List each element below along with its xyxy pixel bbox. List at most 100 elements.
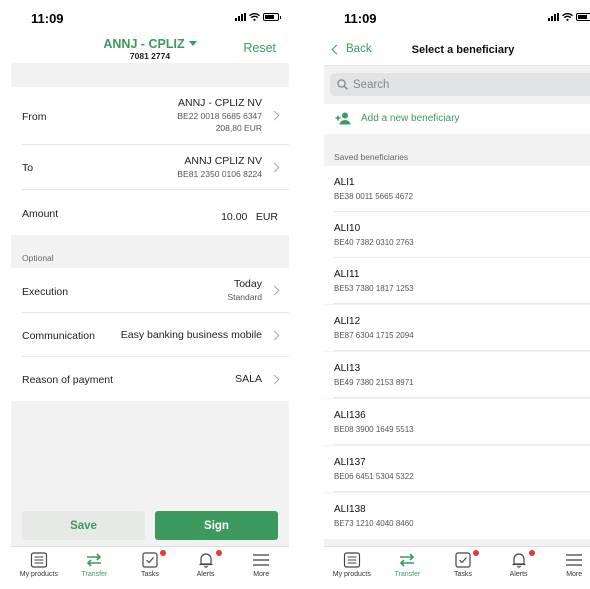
status-time: 11:09 bbox=[31, 11, 64, 26]
beneficiary-iban: BE08 3900 1649 5513 bbox=[334, 425, 414, 434]
to-account-name: ANNJ CPLIZ NV bbox=[184, 155, 262, 167]
tab-transfer[interactable]: Transfer bbox=[67, 547, 123, 589]
tab-tasks[interactable]: Tasks bbox=[122, 547, 178, 589]
badge-dot bbox=[215, 550, 222, 556]
navigation-bar: Back Select a beneficiary bbox=[324, 34, 590, 66]
add-user-icon bbox=[335, 112, 351, 125]
beneficiary-iban: BE73 1210 4040 8460 bbox=[334, 519, 414, 528]
chevron-right-icon bbox=[269, 162, 280, 173]
tab-label: Tasks bbox=[454, 571, 472, 578]
add-beneficiary-button[interactable]: Add a new beneficiary bbox=[324, 104, 590, 134]
beneficiary-name: ALI137 bbox=[334, 457, 366, 468]
beneficiary-name: ALI12 bbox=[334, 316, 361, 327]
chevron-right-icon bbox=[269, 110, 280, 121]
beneficiary-item[interactable]: ALI10 BE40 7382 0310 2763 bbox=[324, 212, 590, 258]
tab-label: Alerts bbox=[196, 571, 215, 578]
to-row[interactable]: To ANNJ CPLIZ NV BE81 2350 0106 8224 bbox=[11, 145, 289, 190]
from-account-name: ANNJ - CPLIZ NV bbox=[177, 97, 262, 109]
transfer-screen: 11:09 ANNJ - CPLIZ 7081 2774 Reset From … bbox=[11, 0, 289, 589]
tab-more[interactable]: More bbox=[233, 547, 289, 589]
beneficiary-name: ALI10 bbox=[334, 223, 361, 234]
battery-icon bbox=[263, 13, 281, 21]
account-header: ANNJ - CPLIZ 7081 2774 Reset bbox=[11, 34, 289, 63]
to-iban: BE81 2350 0106 8224 bbox=[177, 169, 262, 179]
reason-label: Reason of payment bbox=[22, 374, 114, 386]
tab-alerts[interactable]: Alerts bbox=[491, 547, 547, 589]
beneficiary-item[interactable]: ALI137 BE06 6451 5304 5322 bbox=[324, 446, 590, 492]
beneficiary-item[interactable]: ALI138 BE73 1210 4040 8460 bbox=[324, 493, 590, 539]
tab-label: Alerts bbox=[509, 571, 528, 578]
tab-label: More bbox=[253, 571, 270, 578]
signal-icon bbox=[235, 13, 246, 21]
add-beneficiary-label: Add a new beneficiary bbox=[361, 113, 460, 124]
transfer-icon bbox=[398, 552, 416, 568]
beneficiary-name: ALI136 bbox=[334, 410, 366, 421]
action-footer: Save Sign bbox=[11, 506, 289, 546]
tab-label: More bbox=[566, 571, 583, 578]
status-indicators bbox=[548, 13, 590, 21]
from-balance: 208,80 EUR bbox=[215, 123, 262, 133]
products-icon bbox=[30, 552, 48, 568]
battery-icon bbox=[576, 13, 590, 21]
tab-my-products[interactable]: My products bbox=[324, 547, 380, 589]
bell-icon bbox=[510, 550, 535, 568]
saved-beneficiaries-label: Saved beneficiaries bbox=[334, 152, 409, 162]
reset-button[interactable]: Reset bbox=[243, 41, 276, 55]
chevron-right-icon bbox=[269, 285, 280, 296]
beneficiary-name: ALI13 bbox=[334, 363, 361, 374]
tab-bar: My products Transfer Tasks Alerts More bbox=[324, 546, 590, 589]
beneficiary-item[interactable]: ALI12 BE87 6304 1715 2094 bbox=[324, 305, 590, 351]
tab-label: Transfer bbox=[81, 571, 108, 578]
search-placeholder: Search bbox=[353, 78, 390, 91]
badge-dot bbox=[472, 550, 479, 556]
tab-tasks[interactable]: Tasks bbox=[435, 547, 491, 589]
reason-row[interactable]: Reason of payment SALA bbox=[11, 357, 289, 401]
beneficiary-iban: BE87 6304 1715 2094 bbox=[334, 331, 414, 340]
badge-dot bbox=[159, 550, 166, 556]
chevron-right-icon bbox=[269, 330, 280, 341]
search-area: Search bbox=[324, 66, 590, 104]
tab-more[interactable]: More bbox=[546, 547, 590, 589]
beneficiary-name: ALI11 bbox=[334, 269, 360, 280]
save-button[interactable]: Save bbox=[22, 511, 145, 540]
beneficiary-name: ALI138 bbox=[334, 504, 366, 515]
execution-label: Execution bbox=[22, 286, 69, 298]
signal-icon bbox=[548, 13, 559, 21]
tab-label: My products bbox=[332, 571, 371, 578]
reason-value: SALA bbox=[235, 373, 262, 385]
communication-row[interactable]: Communication Easy banking business mobi… bbox=[11, 313, 289, 357]
tab-my-products[interactable]: My products bbox=[11, 547, 67, 589]
tab-bar: My products Transfer Tasks Alerts More bbox=[11, 546, 289, 589]
status-indicators bbox=[235, 13, 281, 21]
bell-icon bbox=[197, 550, 222, 568]
tab-label: Tasks bbox=[141, 571, 159, 578]
amount-label: Amount bbox=[22, 208, 59, 220]
beneficiary-item[interactable]: ALI11 BE53 7380 1817 1253 bbox=[324, 258, 590, 304]
from-row[interactable]: From ANNJ - CPLIZ NV BE22 0018 5685 6347… bbox=[11, 87, 289, 145]
beneficiary-iban: BE38 0011 5665 4672 bbox=[334, 192, 414, 201]
amount-value[interactable]: 10.00 bbox=[221, 211, 247, 223]
search-input[interactable]: Search bbox=[330, 73, 590, 96]
amount-row[interactable]: Amount 10.00 EUR bbox=[11, 190, 289, 235]
transfer-icon bbox=[85, 552, 103, 568]
from-label: From bbox=[22, 111, 47, 123]
status-bar: 11:09 bbox=[324, 0, 590, 34]
execution-row[interactable]: Execution Today Standard bbox=[11, 268, 289, 313]
tab-label: Transfer bbox=[394, 571, 421, 578]
communication-value: Easy banking business mobile bbox=[120, 329, 262, 341]
optional-section-label: Optional bbox=[22, 253, 54, 263]
tab-alerts[interactable]: Alerts bbox=[178, 547, 234, 589]
amount-currency: EUR bbox=[255, 211, 278, 223]
beneficiary-item[interactable]: ALI136 BE08 3900 1649 5513 bbox=[324, 399, 590, 445]
sign-button[interactable]: Sign bbox=[155, 511, 278, 540]
beneficiary-iban: BE49 7380 2153 8971 bbox=[334, 378, 414, 387]
menu-icon bbox=[252, 552, 270, 568]
beneficiary-iban: BE40 7382 0310 2763 bbox=[334, 238, 414, 247]
beneficiary-item[interactable]: ALI1 BE38 0011 5665 4672 bbox=[324, 166, 590, 212]
to-label: To bbox=[22, 162, 34, 174]
tab-transfer[interactable]: Transfer bbox=[380, 547, 436, 589]
beneficiary-item[interactable]: ALI13 BE49 7380 2153 8971 bbox=[324, 352, 590, 398]
tab-label: My products bbox=[19, 571, 58, 578]
account-title: ANNJ - CPLIZ bbox=[103, 37, 185, 51]
status-bar: 11:09 bbox=[11, 0, 289, 34]
